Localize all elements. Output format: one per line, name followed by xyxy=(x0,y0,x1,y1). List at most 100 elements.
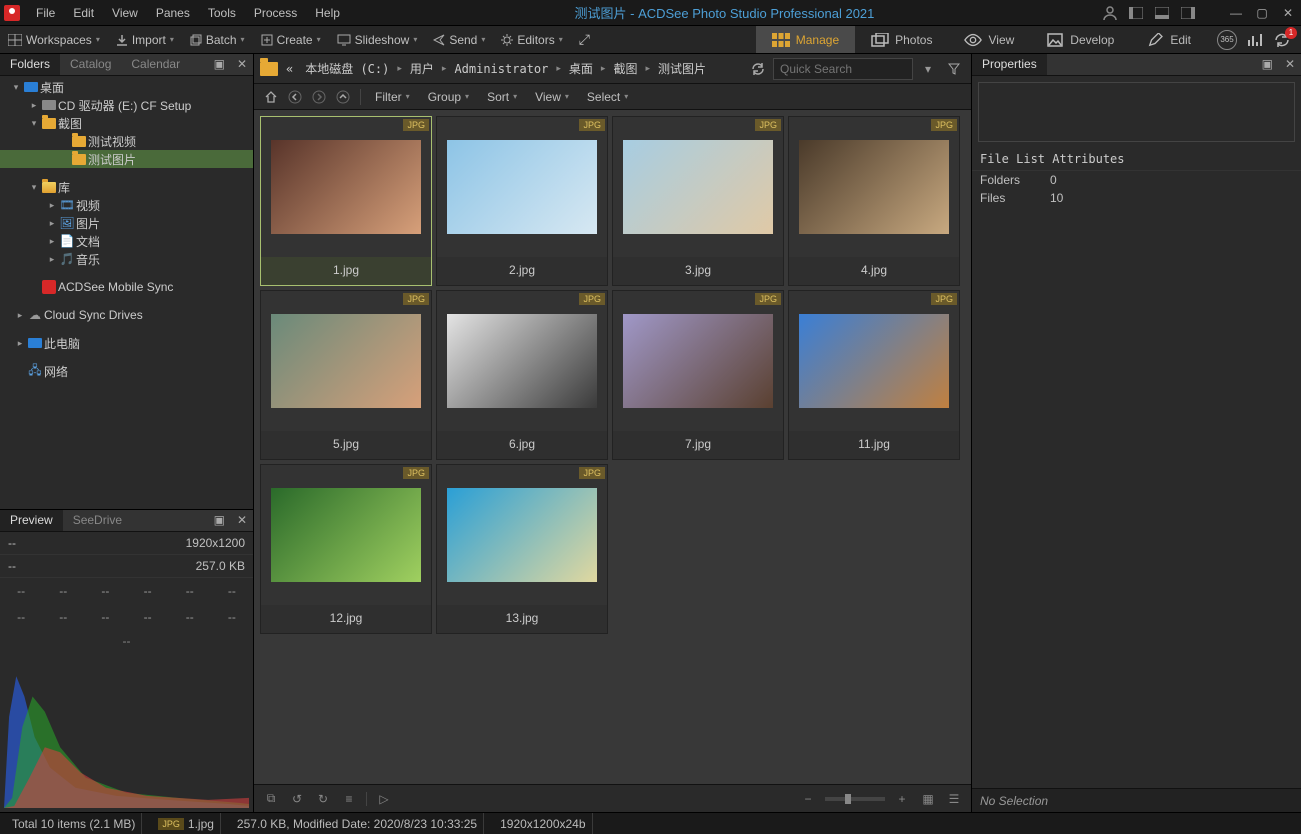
tree-lib-music[interactable]: ▸🎵音乐 xyxy=(0,250,253,268)
layout-1-icon[interactable] xyxy=(1127,4,1145,22)
batch-dropdown[interactable]: Batch▾ xyxy=(182,26,253,53)
nav-up-icon[interactable] xyxy=(332,86,354,108)
tree-lib-doc[interactable]: ▸📄文档 xyxy=(0,232,253,250)
slideshow-dropdown[interactable]: Slideshow▾ xyxy=(329,26,426,53)
stats-icon[interactable] xyxy=(1247,32,1263,48)
thumbnail-item[interactable]: JPG4.jpg xyxy=(788,116,960,286)
menu-file[interactable]: File xyxy=(28,3,63,23)
tree-test-video[interactable]: 测试视频 xyxy=(0,132,253,150)
filter-dropdown[interactable]: Filter▾ xyxy=(367,87,418,107)
preview-info-center-dash: -- xyxy=(0,630,253,652)
select-dropdown[interactable]: Select▾ xyxy=(579,87,636,107)
close-button[interactable]: ✕ xyxy=(1279,4,1297,22)
tree-lib-image[interactable]: ▸🖼图片 xyxy=(0,214,253,232)
tree-cloud[interactable]: ▸☁Cloud Sync Drives xyxy=(0,306,253,324)
tab-properties[interactable]: Properties xyxy=(972,54,1047,75)
tab-develop[interactable]: Develop xyxy=(1030,26,1130,53)
thumbnail-item[interactable]: JPG12.jpg xyxy=(260,464,432,634)
tree-cd-drive[interactable]: ▸CD 驱动器 (E:) CF Setup xyxy=(0,96,253,114)
copy-icon[interactable]: ⧉ xyxy=(262,791,280,806)
menu-bar: File Edit View Panes Tools Process Help xyxy=(28,3,348,23)
crumb-admin[interactable]: Administrator xyxy=(450,60,552,78)
tree-library[interactable]: ▾库 xyxy=(0,178,253,196)
user-icon[interactable] xyxy=(1101,4,1119,22)
tree-jietu[interactable]: ▾截图 xyxy=(0,114,253,132)
crumb-folder[interactable]: 测试图片 xyxy=(654,58,710,79)
zoom-out-icon[interactable]: − xyxy=(799,792,817,806)
thumbnail-item[interactable]: JPG7.jpg xyxy=(612,290,784,460)
tree-lib-video[interactable]: ▸🎞视频 xyxy=(0,196,253,214)
thumbnail-item[interactable]: JPG3.jpg xyxy=(612,116,784,286)
tab-manage[interactable]: Manage xyxy=(756,26,855,53)
thumbnail-item[interactable]: JPG5.jpg xyxy=(260,290,432,460)
zoom-in-icon[interactable]: + xyxy=(893,792,911,806)
menu-view[interactable]: View xyxy=(104,3,146,23)
breadcrumb-back[interactable]: « xyxy=(282,60,297,78)
close-panel-icon[interactable]: ✕ xyxy=(231,54,253,75)
group-dropdown[interactable]: Group▾ xyxy=(420,87,477,107)
pin-icon[interactable]: ▣ xyxy=(208,54,231,75)
tab-catalog[interactable]: Catalog xyxy=(60,54,121,75)
thumbnail-item[interactable]: JPG1.jpg xyxy=(260,116,432,286)
workspaces-dropdown[interactable]: Workspaces▾ xyxy=(0,26,108,53)
minimize-button[interactable]: — xyxy=(1227,4,1245,22)
tab-folders[interactable]: Folders xyxy=(0,54,60,75)
nav-fwd-icon[interactable] xyxy=(308,86,330,108)
pin-props-icon[interactable]: ▣ xyxy=(1256,54,1279,75)
view-tiles-icon[interactable]: ▦ xyxy=(919,792,937,806)
tab-photos[interactable]: Photos xyxy=(855,26,948,53)
list-icon[interactable]: ≡ xyxy=(340,792,358,806)
365-badge[interactable]: 365 xyxy=(1217,30,1237,50)
crumb-disk[interactable]: 本地磁盘 (C:) xyxy=(301,58,393,79)
thumbnail-item[interactable]: JPG11.jpg xyxy=(788,290,960,460)
close-preview-icon[interactable]: ✕ xyxy=(231,510,253,531)
menu-edit[interactable]: Edit xyxy=(65,3,102,23)
editors-dropdown[interactable]: Editors▾ xyxy=(493,26,570,53)
tab-calendar[interactable]: Calendar xyxy=(121,54,190,75)
crumb-user[interactable]: 用户 xyxy=(406,58,438,79)
tab-edit[interactable]: Edit xyxy=(1130,26,1207,53)
layout-3-icon[interactable] xyxy=(1179,4,1197,22)
nav-back-icon[interactable] xyxy=(284,86,306,108)
crumb-jietu[interactable]: 截图 xyxy=(609,58,641,79)
pin-preview-icon[interactable]: ▣ xyxy=(208,510,231,531)
tab-seedrive[interactable]: SeeDrive xyxy=(63,510,132,531)
filter-funnel-icon[interactable] xyxy=(943,63,965,75)
tree-this-pc[interactable]: ▸此电脑 xyxy=(0,334,253,352)
thumbnail-item[interactable]: JPG2.jpg xyxy=(436,116,608,286)
menu-tools[interactable]: Tools xyxy=(200,3,244,23)
thumbnail-item[interactable]: JPG6.jpg xyxy=(436,290,608,460)
view-dropdown[interactable]: View▾ xyxy=(527,87,577,107)
create-dropdown[interactable]: Create▾ xyxy=(253,26,329,53)
tab-view[interactable]: View xyxy=(948,26,1030,53)
redo-icon[interactable]: ↻ xyxy=(314,792,332,806)
breadcrumb-folder-icon[interactable] xyxy=(260,62,278,76)
import-dropdown[interactable]: Import▾ xyxy=(108,26,182,53)
undo-icon[interactable]: ↺ xyxy=(288,792,306,806)
external-icon[interactable]: ⤢ xyxy=(571,26,598,53)
tree-desktop[interactable]: ▾桌面 xyxy=(0,78,253,96)
tree-mobile-sync[interactable]: ACDSee Mobile Sync xyxy=(0,278,253,296)
quick-search-input[interactable] xyxy=(773,58,913,80)
sort-dropdown[interactable]: Sort▾ xyxy=(479,87,525,107)
thumbnail-item[interactable]: JPG13.jpg xyxy=(436,464,608,634)
send-dropdown[interactable]: Send▾ xyxy=(425,26,493,53)
play-icon[interactable]: ▷ xyxy=(375,792,393,806)
menu-panes[interactable]: Panes xyxy=(148,3,198,23)
crumb-desktop[interactable]: 桌面 xyxy=(565,58,597,79)
close-props-icon[interactable]: ✕ xyxy=(1279,54,1301,75)
view-details-icon[interactable]: ☰ xyxy=(945,792,963,806)
menu-help[interactable]: Help xyxy=(307,3,348,23)
maximize-button[interactable]: ▢ xyxy=(1253,4,1271,22)
zoom-slider[interactable] xyxy=(825,797,885,801)
sync-status-icon[interactable]: 1 xyxy=(1273,31,1291,49)
nav-home-icon[interactable] xyxy=(260,86,282,108)
tree-network[interactable]: 🖧网络 xyxy=(0,362,253,380)
tree-test-image[interactable]: 测试图片 xyxy=(0,150,253,168)
search-dropdown-icon[interactable]: ▾ xyxy=(917,62,939,76)
layout-2-icon[interactable] xyxy=(1153,4,1171,22)
tab-preview[interactable]: Preview xyxy=(0,510,63,531)
refresh-icon[interactable] xyxy=(747,62,769,76)
menu-process[interactable]: Process xyxy=(246,3,305,23)
thumb-image: JPG xyxy=(261,117,431,257)
